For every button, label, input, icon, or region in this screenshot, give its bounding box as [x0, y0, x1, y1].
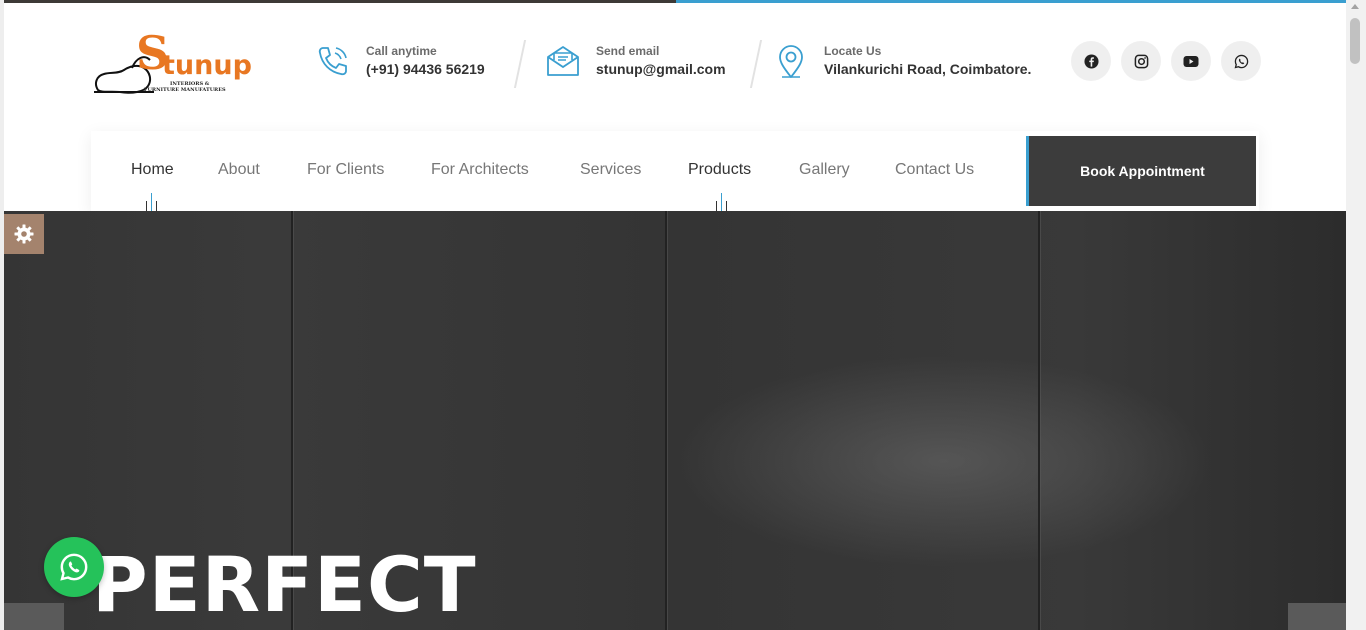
instagram-link[interactable]	[1121, 41, 1161, 81]
slider-prev-button[interactable]	[4, 603, 64, 630]
brand-logo[interactable]: S tunup INTERIORS & FURNITURE MANUFATURE…	[92, 30, 257, 98]
contact-email-value[interactable]: stunup@gmail.com	[596, 61, 726, 77]
whatsapp-link[interactable]	[1221, 41, 1261, 81]
facebook-link[interactable]	[1071, 41, 1111, 81]
youtube-icon	[1183, 55, 1199, 67]
contact-phone-value[interactable]: (+91) 94436 56219	[366, 61, 485, 77]
contact-phone[interactable]: Call anytime (+91) 94436 56219	[316, 40, 506, 88]
whatsapp-icon	[1234, 54, 1248, 68]
nav-item-for-architects[interactable]: For Architects	[431, 161, 529, 179]
logo-subtitle: INTERIORS & FURNITURE MANUFATURES	[144, 81, 244, 93]
hero-panel-seam	[665, 211, 667, 630]
email-icon	[547, 46, 579, 76]
phone-icon	[318, 47, 347, 76]
top-progress-bar-dark	[0, 0, 676, 3]
scroll-up-arrow-icon[interactable]	[1351, 4, 1359, 9]
top-progress-bar-blue	[676, 0, 1346, 3]
main-navigation: Home About For Clients For Architects Se…	[91, 131, 1259, 211]
nav-item-contact-us[interactable]: Contact Us	[895, 161, 974, 179]
settings-toggle-button[interactable]	[4, 214, 44, 254]
gear-icon	[14, 224, 34, 244]
contact-location-label: Locate Us	[824, 44, 882, 58]
hero-panel-seam	[1038, 211, 1040, 630]
hero-slider: PERFECT	[4, 211, 1346, 630]
nav-item-for-clients[interactable]: For Clients	[307, 161, 384, 179]
instagram-icon	[1134, 54, 1148, 68]
contact-phone-label: Call anytime	[366, 44, 437, 58]
book-appointment-button[interactable]: Book Appointment	[1026, 136, 1256, 206]
contact-divider	[749, 40, 763, 88]
facebook-icon	[1083, 53, 1099, 69]
contact-location[interactable]: Locate Us Vilankurichi Road, Coimbatore.	[774, 40, 1044, 88]
whatsapp-chat-button[interactable]	[44, 537, 104, 597]
logo-word: tunup	[162, 50, 252, 81]
contact-location-value[interactable]: Vilankurichi Road, Coimbatore.	[824, 61, 1031, 77]
slider-next-button[interactable]	[1288, 603, 1346, 630]
contact-email-label: Send email	[596, 44, 660, 58]
nav-item-gallery[interactable]: Gallery	[799, 161, 850, 179]
nav-item-home[interactable]: Home	[131, 161, 174, 179]
location-pin-icon	[779, 45, 803, 78]
page: S tunup INTERIORS & FURNITURE MANUFATURE…	[0, 0, 1366, 630]
nav-item-about[interactable]: About	[218, 161, 260, 179]
nav-active-indicator	[146, 193, 158, 211]
youtube-link[interactable]	[1171, 41, 1211, 81]
scrollbar-thumb[interactable]	[1350, 18, 1360, 64]
contact-email[interactable]: Send email stunup@gmail.com	[546, 40, 736, 88]
whatsapp-icon	[60, 553, 88, 581]
contact-divider	[513, 40, 527, 88]
nav-item-services[interactable]: Services	[580, 161, 641, 179]
logo-subtitle-line2: FURNITURE MANUFATURES	[144, 87, 226, 93]
page-scrollbar[interactable]	[1346, 0, 1366, 630]
nav-dropdown-indicator	[716, 193, 728, 211]
nav-item-products[interactable]: Products	[688, 161, 751, 179]
hero-title: PERFECT	[92, 540, 477, 629]
